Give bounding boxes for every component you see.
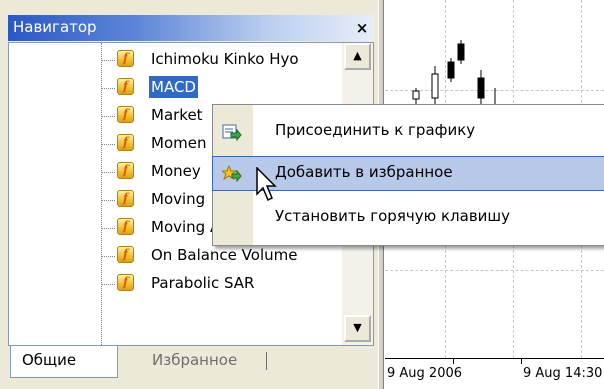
axis-tick bbox=[453, 358, 454, 364]
tree-item-label: Moving bbox=[151, 190, 206, 208]
custom-indicator-icon: f bbox=[117, 190, 134, 207]
menu-item-attach-to-chart[interactable]: Присоединить к графику bbox=[213, 115, 604, 148]
tab-separator bbox=[266, 352, 267, 370]
tree-item-label: Parabolic SAR bbox=[151, 274, 255, 292]
custom-indicator-icon: f bbox=[117, 246, 134, 263]
tree-item-label: On Balance Volume bbox=[151, 246, 298, 264]
mouse-cursor-icon bbox=[256, 167, 277, 202]
tree-item-label: Money bbox=[151, 162, 201, 180]
menu-item-label: Установить горячую клавишу bbox=[275, 207, 511, 225]
close-icon[interactable]: × bbox=[352, 18, 372, 38]
tree-item-label: Market bbox=[151, 106, 203, 124]
tab-favorites[interactable]: Избранное bbox=[141, 346, 248, 378]
tab-general[interactable]: Общие bbox=[10, 346, 118, 378]
time-axis bbox=[385, 358, 604, 359]
tree-item-parabolic-sar[interactable]: f Parabolic SAR bbox=[9, 269, 339, 297]
custom-indicator-icon: f bbox=[117, 274, 134, 291]
tree-item-label: MACD bbox=[149, 76, 198, 98]
custom-indicator-icon: f bbox=[117, 50, 134, 67]
custom-indicator-icon: f bbox=[117, 134, 134, 151]
menu-item-label: Добавить в избранное bbox=[275, 163, 453, 181]
time-label: 9 Aug 2006 bbox=[387, 366, 463, 381]
navigator-title: Навигатор bbox=[13, 18, 97, 36]
custom-indicator-icon: f bbox=[117, 162, 134, 179]
scroll-up-icon[interactable]: ▲ bbox=[344, 43, 371, 70]
axis-tick bbox=[521, 358, 522, 364]
custom-indicator-icon: f bbox=[117, 218, 134, 235]
scroll-down-icon[interactable]: ▼ bbox=[344, 315, 371, 342]
menu-item-label: Присоединить к графику bbox=[275, 121, 476, 139]
navigator-tabs: Общие Избранное bbox=[8, 346, 374, 389]
tree-item-macd[interactable]: f MACD bbox=[9, 73, 339, 101]
add-to-favorites-icon bbox=[222, 165, 242, 183]
custom-indicator-icon: f bbox=[117, 106, 134, 123]
tree-item-label: Momen bbox=[151, 134, 207, 152]
tree-item-label: Ichimoku Kinko Hyo bbox=[151, 50, 299, 68]
custom-indicator-icon: f bbox=[117, 78, 134, 95]
navigator-titlebar[interactable]: Навигатор × bbox=[8, 15, 374, 41]
time-label: 9 Aug 14:30 bbox=[523, 366, 603, 381]
attach-to-chart-icon bbox=[222, 124, 242, 141]
tree-item-ichimoku[interactable]: f Ichimoku Kinko Hyo bbox=[9, 45, 339, 73]
